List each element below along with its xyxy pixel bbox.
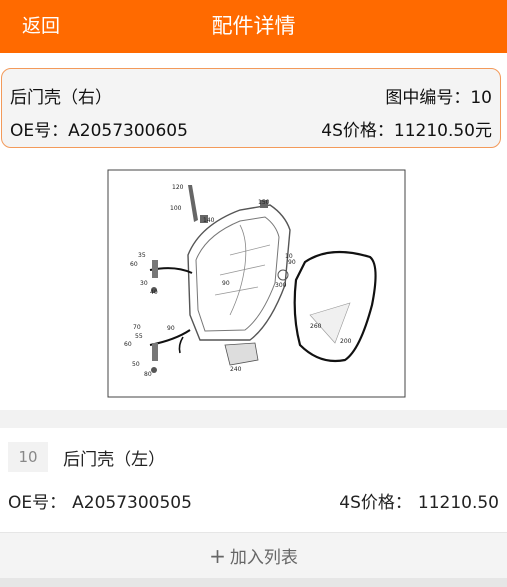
bottom-divider <box>0 578 507 587</box>
svg-text:40: 40 <box>150 289 158 296</box>
list-item-price: 4S价格： 11210.50 <box>339 488 499 513</box>
part-info-card: 后门壳（右） 图中编号：10 OE号：A2057300605 4S价格：1121… <box>1 68 501 148</box>
svg-text:120: 120 <box>172 184 184 191</box>
page-title: 配件详情 <box>211 14 296 38</box>
svg-text:90: 90 <box>222 280 230 287</box>
list-item-price-value: 11210.50 <box>417 493 499 513</box>
list-item-name: 后门壳（左） <box>63 449 166 470</box>
svg-text:90: 90 <box>167 325 175 332</box>
list-item-oe-label: OE号： <box>8 493 67 513</box>
svg-text:60: 60 <box>130 261 138 268</box>
svg-text:70: 70 <box>133 324 141 331</box>
add-to-list-button[interactable]: + 加入列表 <box>0 532 507 579</box>
list-item-oe-value: A2057300505 <box>72 493 192 513</box>
svg-text:50: 50 <box>132 361 140 368</box>
svg-text:60: 60 <box>124 341 132 348</box>
svg-text:55: 55 <box>135 333 143 340</box>
plus-icon: + <box>209 544 226 568</box>
app-header: 返回 配件详情 <box>0 0 507 53</box>
svg-text:80: 80 <box>144 371 152 378</box>
part-info-row-name: 后门壳（右） 图中编号：10 <box>10 83 492 108</box>
part-info-row-oe: OE号：A2057300605 4S价格：11210.50元 <box>10 116 492 141</box>
svg-text:300: 300 <box>275 282 287 289</box>
parts-diagram-image: 120 100 140 150 35 60 30 40 10 90 90 300… <box>80 165 425 402</box>
part-name: 后门壳（右） <box>10 88 112 108</box>
svg-text:150: 150 <box>258 199 270 206</box>
svg-text:100: 100 <box>170 205 182 212</box>
figure-number: 图中编号：10 <box>385 88 492 108</box>
svg-text:90: 90 <box>288 259 296 266</box>
svg-text:35: 35 <box>138 252 146 259</box>
svg-text:140: 140 <box>203 217 215 224</box>
svg-text:260: 260 <box>310 323 322 330</box>
svg-text:240: 240 <box>230 366 242 373</box>
dealer-price: 4S价格：11210.50元 <box>321 121 492 141</box>
section-divider <box>0 410 507 428</box>
parts-diagram[interactable]: 120 100 140 150 35 60 30 40 10 90 90 300… <box>80 165 425 402</box>
part-index-badge: 10 <box>8 442 48 472</box>
list-item-price-label: 4S价格： <box>339 493 412 513</box>
list-item-oe-row: OE号： A2057300505 4S价格： 11210.50 <box>8 488 499 513</box>
oe-number: OE号：A2057300605 <box>10 121 188 141</box>
add-to-list-label: 加入列表 <box>229 548 298 568</box>
list-item[interactable]: 10 后门壳（左） <box>8 442 165 472</box>
svg-text:30: 30 <box>140 280 148 287</box>
svg-text:200: 200 <box>340 338 352 345</box>
